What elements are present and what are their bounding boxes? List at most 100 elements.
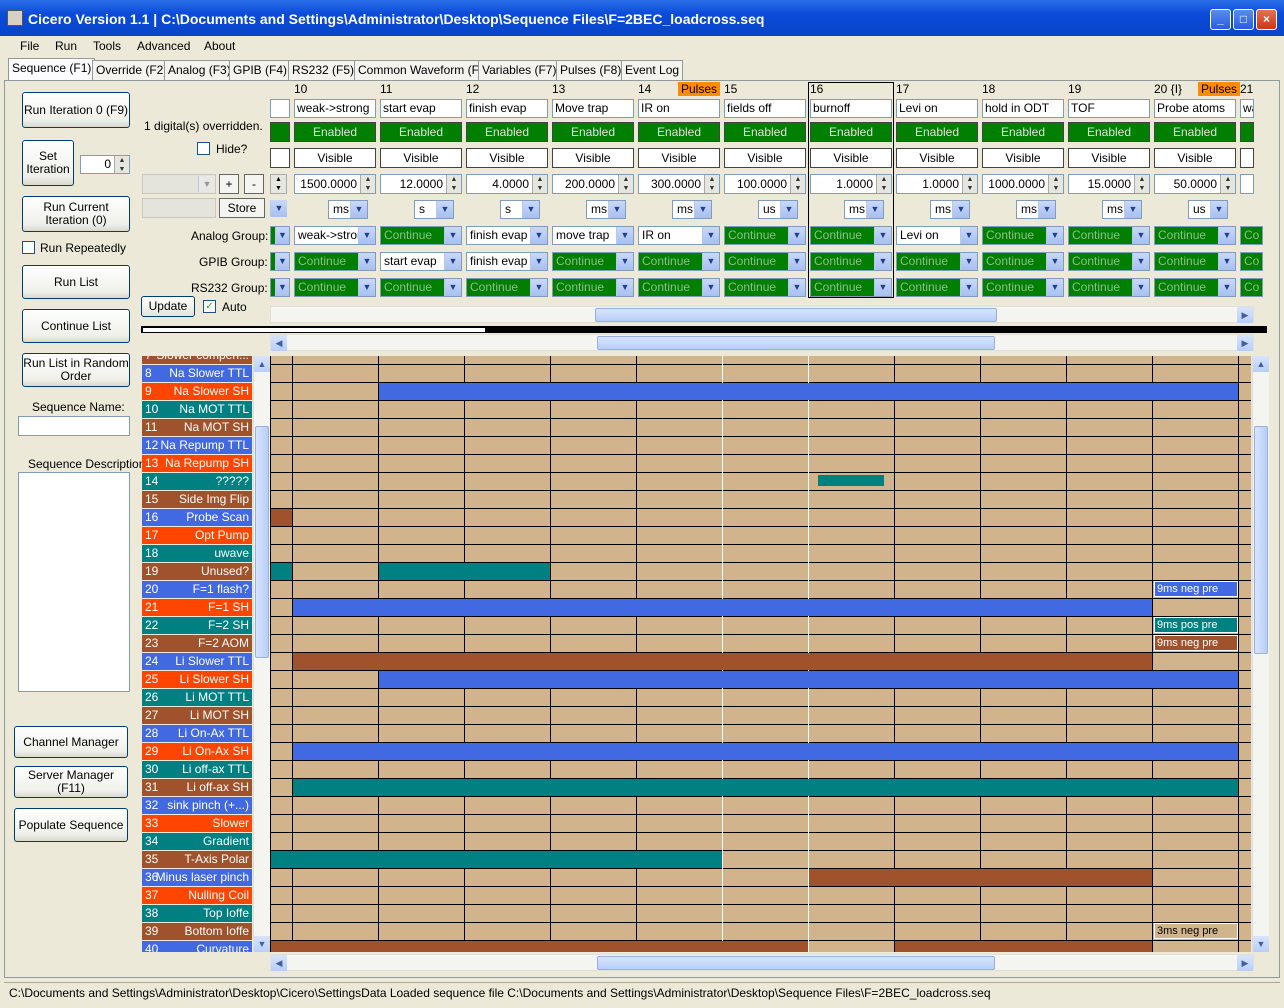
- digital-pulse-bar[interactable]: [293, 743, 1238, 760]
- channel-row[interactable]: 21 F=1 SH: [142, 599, 252, 616]
- channel-manager-button[interactable]: Channel Manager: [14, 726, 128, 758]
- col5-name-input[interactable]: fields off: [724, 99, 806, 118]
- menu-about[interactable]: About: [204, 39, 235, 53]
- col9-duration-input[interactable]: 15.0000 ▲ ▼: [1068, 174, 1150, 194]
- grid-top-hscrollbar[interactable]: ◀ ▶: [270, 334, 1254, 351]
- col6-duration-input[interactable]: 1.0000 ▲ ▼: [810, 174, 892, 194]
- grid-vscrollbar[interactable]: ▲ ▼: [1252, 356, 1269, 952]
- menu-tools[interactable]: Tools: [93, 39, 121, 53]
- spinner-icon[interactable]: ▲ ▼: [1220, 175, 1235, 193]
- channel-row[interactable]: 33 Slower: [142, 815, 252, 832]
- tab-override[interactable]: Override (F2): [92, 60, 172, 80]
- col7-enabled-button[interactable]: Enabled: [896, 122, 978, 142]
- store-button[interactable]: Store: [219, 198, 265, 218]
- channel-row[interactable]: 25 Li Slower SH: [142, 671, 252, 688]
- col5-enabled-button[interactable]: Enabled: [724, 122, 806, 142]
- iteration-input[interactable]: 0 ▲ ▼: [80, 155, 130, 174]
- col9-name[interactable]: [270, 99, 290, 118]
- tab-common-waveform[interactable]: Common Waveform (F6): [354, 60, 494, 80]
- digital-pulse-bar[interactable]: [818, 475, 884, 486]
- update-button[interactable]: Update: [141, 296, 195, 317]
- col2-analog-group-select[interactable]: finish evap ▼: [466, 226, 548, 245]
- channel-row[interactable]: 24 Li Slower TTL: [142, 653, 252, 670]
- col5-unit-select[interactable]: us ▼: [758, 200, 798, 219]
- sequence-description-input[interactable]: [18, 472, 130, 692]
- col3-name-input[interactable]: Move trap: [552, 99, 634, 118]
- col6-visible-button[interactable]: Visible: [810, 148, 892, 168]
- iteration-spinner[interactable]: ▲ ▼: [114, 156, 129, 173]
- sequence-name-input[interactable]: [18, 416, 130, 436]
- digital-pulse-bar[interactable]: [379, 563, 550, 580]
- col6-rs232-group-select[interactable]: Continue ▼: [810, 278, 892, 297]
- col8-rs232-group-select[interactable]: Continue ▼: [982, 278, 1064, 297]
- run-iteration-button[interactable]: Run Iteration 0 (F9): [22, 92, 130, 128]
- col2-name-input[interactable]: finish evap: [466, 99, 548, 118]
- spinner-icon[interactable]: ▲ ▼: [532, 175, 547, 193]
- channel-row[interactable]: 29 Li On-Ax SH: [142, 743, 252, 760]
- col10-gpib-group-select[interactable]: Continue ▼: [1154, 252, 1236, 271]
- auto-checkbox[interactable]: ✓: [203, 300, 216, 313]
- grid-bottom-hscroll-thumb[interactable]: [597, 956, 995, 970]
- scroll-left-icon[interactable]: ◀: [271, 335, 287, 351]
- col5-duration-input[interactable]: 100.0000 ▲ ▼: [724, 174, 806, 194]
- grid-bottom-hscrollbar[interactable]: ◀ ▶: [270, 954, 1254, 971]
- col4-analog-group-select[interactable]: IR on ▼: [638, 226, 720, 245]
- digital-pulse-bar[interactable]: [271, 563, 292, 580]
- digital-pulse-bar[interactable]: [271, 509, 292, 526]
- channel-row[interactable]: 14?????: [142, 473, 252, 490]
- col0-name-input[interactable]: weak->strong: [294, 99, 376, 118]
- spinner-icon[interactable]: ▲ ▼: [446, 175, 461, 193]
- tab-analog[interactable]: Analog (F3): [164, 60, 235, 80]
- col9-visible-button[interactable]: Visible: [1068, 148, 1150, 168]
- tab-sequence[interactable]: Sequence (F1): [8, 58, 96, 80]
- tab-gpib[interactable]: GPIB (F4): [229, 60, 292, 80]
- pulse-label-bottom-ioffe[interactable]: 3ms neg pre: [1154, 923, 1238, 939]
- tab-pulses[interactable]: Pulses (F8): [556, 60, 626, 80]
- col2-gpib-group-select[interactable]: finish evap ▼: [466, 252, 548, 271]
- col3-analog-group-select[interactable]: move trap ▼: [552, 226, 634, 245]
- col0-enabled-button[interactable]: Enabled: [294, 122, 376, 142]
- close-button[interactable]: ×: [1256, 9, 1277, 30]
- digital-pulse-bar[interactable]: [271, 851, 722, 868]
- pulse-label-f2-aom[interactable]: 9ms neg pre: [1154, 635, 1238, 651]
- col8-duration-input[interactable]: 1000.0000 ▲ ▼: [982, 174, 1064, 194]
- channel-row[interactable]: 27 Li MOT SH: [142, 707, 252, 724]
- channel-row[interactable]: 36 Minus laser pinch: [142, 869, 252, 886]
- col6-gpib-group-select[interactable]: Continue ▼: [810, 252, 892, 271]
- channel-vscrollbar[interactable]: ▲ ▼: [253, 356, 270, 952]
- col7-gpib-group-select[interactable]: Continue ▼: [896, 252, 978, 271]
- digital-pulse-bar[interactable]: [271, 941, 808, 952]
- scroll-right-icon[interactable]: ▶: [1237, 955, 1253, 971]
- channel-row[interactable]: 37 Nulling Coil: [142, 887, 252, 904]
- channel-vscroll-thumb[interactable]: [255, 426, 269, 658]
- col2-duration-input[interactable]: 4.0000 ▲ ▼: [466, 174, 548, 194]
- col8-visible-button[interactable]: Visible: [982, 148, 1064, 168]
- grid-top-hscroll-thumb[interactable]: [597, 336, 995, 350]
- channel-row[interactable]: 15 Side Img Flip: [142, 491, 252, 508]
- scroll-up-icon[interactable]: ▲: [254, 356, 270, 372]
- col0-visible-button[interactable]: Visible: [294, 148, 376, 168]
- col9-enabled-button[interactable]: Enabled: [1068, 122, 1150, 142]
- col9-gpib[interactable]: ▼: [270, 252, 290, 271]
- col10-visible-button[interactable]: Visible: [1154, 148, 1236, 168]
- hide-checkbox[interactable]: [197, 142, 210, 155]
- channel-row[interactable]: 34 Gradient: [142, 833, 252, 850]
- tab-event-log[interactable]: Event Log: [621, 60, 684, 80]
- col4-duration-input[interactable]: 300.0000 ▲ ▼: [638, 174, 720, 194]
- col3-duration-input[interactable]: 200.0000 ▲ ▼: [552, 174, 634, 194]
- col10-pulses-badge[interactable]: Pulses: [1198, 82, 1241, 96]
- col5-analog-group-select[interactable]: Continue ▼: [724, 226, 806, 245]
- channel-row[interactable]: 38 Top Ioffe: [142, 905, 252, 922]
- col3-rs232-group-select[interactable]: Continue ▼: [552, 278, 634, 297]
- col0-rs232-group-select[interactable]: Continue ▼: [294, 278, 376, 297]
- channel-row[interactable]: 26 Li MOT TTL: [142, 689, 252, 706]
- col1-visible-button[interactable]: Visible: [380, 148, 462, 168]
- col9-gpib-group-select[interactable]: Continue ▼: [1068, 252, 1150, 271]
- channel-row[interactable]: 32 sink pinch (+...): [142, 797, 252, 814]
- maximize-button[interactable]: □: [1233, 9, 1254, 30]
- scroll-down-icon[interactable]: ▼: [254, 936, 270, 952]
- channel-row[interactable]: 35 T-Axis Polar: [142, 851, 252, 868]
- col2-rs232-group-select[interactable]: Continue ▼: [466, 278, 548, 297]
- digital-grid[interactable]: [270, 356, 1251, 952]
- col6-enabled-button[interactable]: Enabled: [810, 122, 892, 142]
